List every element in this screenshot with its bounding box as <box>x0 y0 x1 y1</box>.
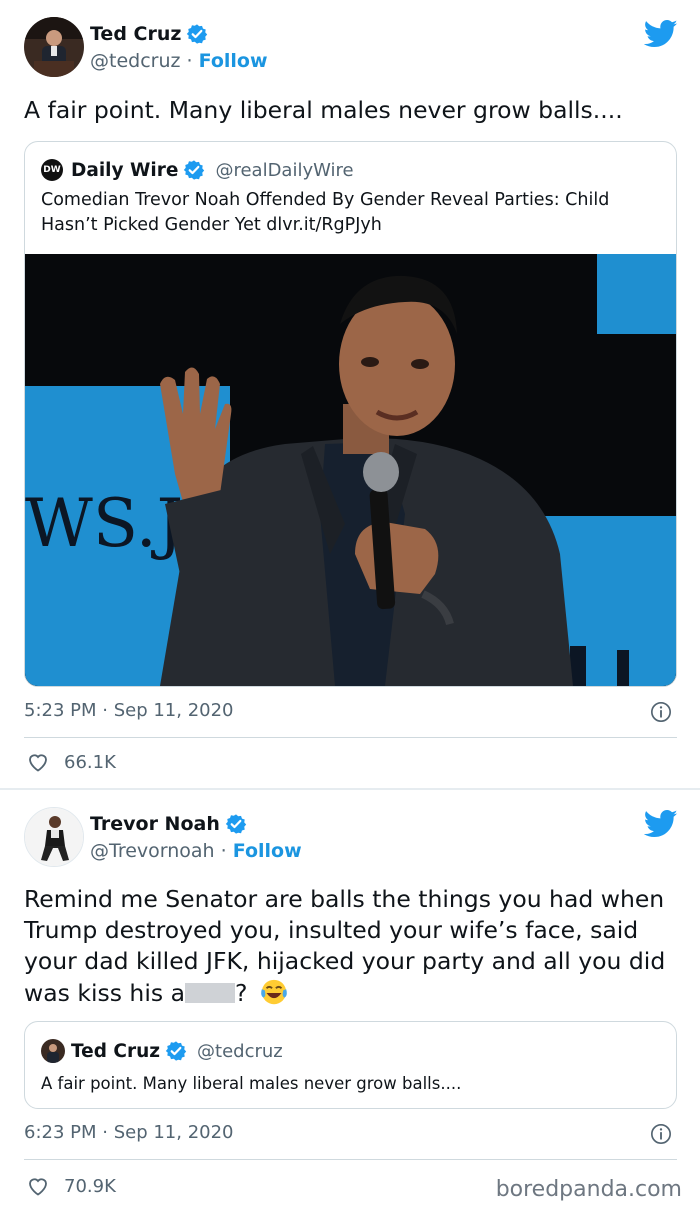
quote-author-name: Daily Wire <box>71 159 179 181</box>
man-with-microphone-photo[interactable]: WS.J <box>25 254 676 686</box>
twitter-bird-icon[interactable] <box>644 809 678 839</box>
quote-header: Ted Cruz @tedcruz <box>41 1039 283 1063</box>
separator-dot: · <box>220 840 233 862</box>
like-count: 66.1K <box>64 751 116 773</box>
censor-block <box>184 983 235 1003</box>
avatar-trevor-noah[interactable] <box>24 807 84 867</box>
quote-text: A fair point. Many liberal males never g… <box>41 1074 462 1093</box>
like-button[interactable]: 70.9K <box>26 1174 116 1198</box>
verified-badge-icon <box>225 814 247 834</box>
quote-author-handle: @realDailyWire <box>215 159 354 181</box>
tweet-ted-cruz: Ted Cruz @tedcruz · Follow A fair point.… <box>0 0 700 790</box>
heart-icon <box>29 1178 47 1196</box>
author-name-row: Trevor Noah <box>90 813 247 835</box>
tweet-text: A fair point. Many liberal males never g… <box>24 96 623 124</box>
twitter-bird-icon[interactable] <box>644 19 678 49</box>
tweet-trevor-noah: Trevor Noah @Trevornoah · Follow Remind … <box>0 790 700 1212</box>
verified-badge-icon <box>187 24 208 44</box>
quote-text: Comedian Trevor Noah Offended By Gender … <box>41 190 610 235</box>
tweet-timestamp[interactable]: 6:23 PM · Sep 11, 2020 <box>24 1122 234 1143</box>
info-icon[interactable] <box>650 1123 672 1145</box>
author-handle[interactable]: @tedcruz <box>90 50 180 72</box>
verified-badge-icon <box>184 160 205 180</box>
avatar-ted-cruz[interactable] <box>24 17 84 77</box>
follow-button[interactable]: Follow <box>199 50 268 72</box>
author-name-row: Ted Cruz <box>90 23 208 45</box>
author-name[interactable]: Ted Cruz <box>90 23 181 45</box>
author-name[interactable]: Trevor Noah <box>90 813 220 835</box>
info-icon[interactable] <box>650 701 672 723</box>
quoted-tweet-daily-wire[interactable]: DW Daily Wire @realDailyWire Comedian Tr… <box>24 141 677 687</box>
quote-avatar <box>41 1039 65 1063</box>
separator-dot: · <box>186 50 199 72</box>
tweet-text-end: ? <box>234 979 248 1007</box>
daily-wire-logo-icon: DW <box>41 159 63 181</box>
quoted-tweet-ted-cruz[interactable]: Ted Cruz @tedcruz A fair point. Many lib… <box>24 1021 677 1109</box>
divider <box>24 737 677 738</box>
follow-button[interactable]: Follow <box>233 840 302 862</box>
tweet-timestamp[interactable]: 5:23 PM · Sep 11, 2020 <box>24 700 234 721</box>
like-count: 70.9K <box>64 1175 116 1197</box>
tweet-text-main: Remind me Senator are balls the things y… <box>24 885 666 1007</box>
boredpanda-watermark: boredpanda.com <box>495 1177 682 1202</box>
author-handle[interactable]: @Trevornoah <box>90 840 215 862</box>
author-handle-row: @tedcruz · Follow <box>90 50 268 72</box>
verified-badge-icon <box>165 1041 187 1061</box>
quote-author-name: Ted Cruz <box>71 1040 161 1062</box>
divider <box>24 1159 677 1160</box>
heart-icon <box>29 754 47 772</box>
photo-sign-text: WS.J <box>25 485 183 562</box>
quote-header: DW Daily Wire @realDailyWire <box>41 159 354 181</box>
quote-author-handle: @tedcruz <box>197 1040 283 1062</box>
like-button[interactable]: 66.1K <box>26 750 116 774</box>
tears-of-joy-emoji-icon <box>261 979 287 1005</box>
tweet-text: Remind me Senator are balls the things y… <box>24 884 676 1009</box>
author-handle-row: @Trevornoah · Follow <box>90 840 302 862</box>
